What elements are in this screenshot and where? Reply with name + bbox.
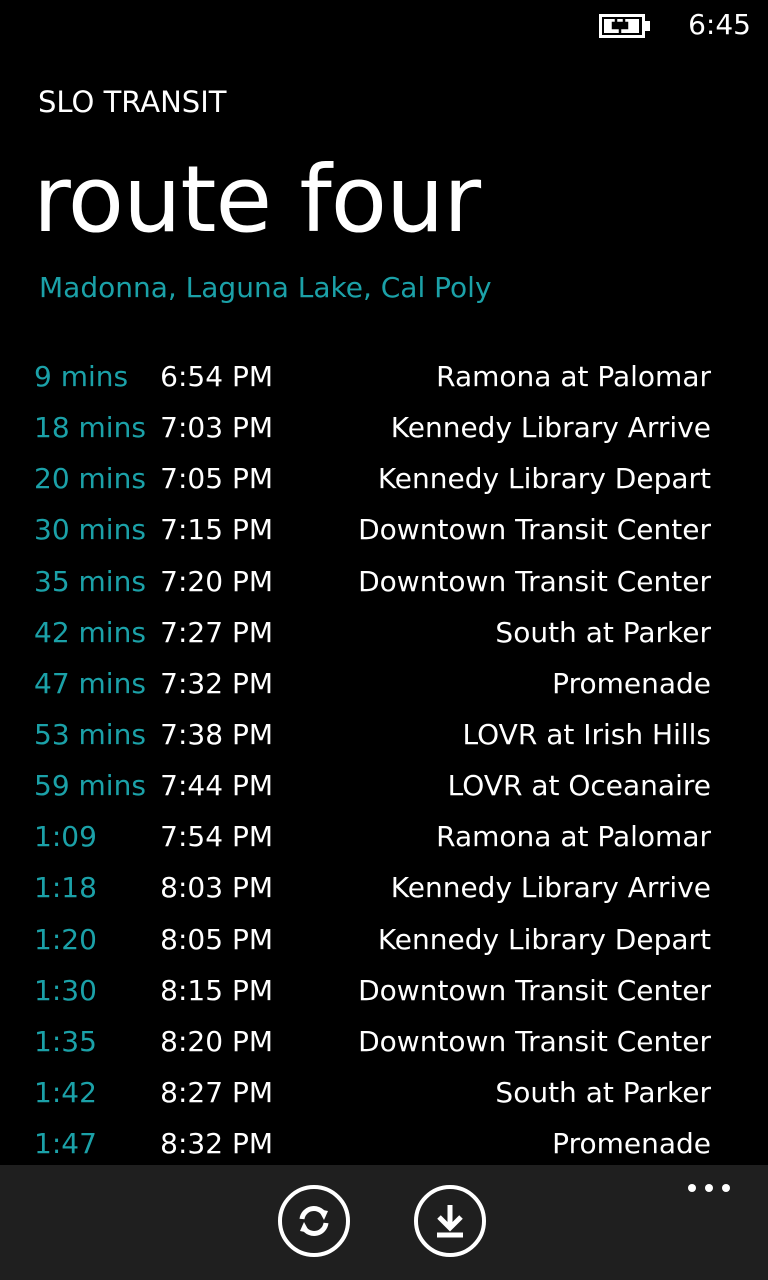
eta-label: 47 mins xyxy=(34,666,146,700)
schedule-row[interactable]: 30 mins 7:15 PM Downtown Transit Center xyxy=(0,504,768,555)
arrival-time: 8:32 PM xyxy=(160,1127,273,1161)
arrival-time: 7:32 PM xyxy=(160,666,273,700)
eta-label: 53 mins xyxy=(34,717,146,751)
eta-label: 59 mins xyxy=(34,769,146,803)
stop-name: Downtown Transit Center xyxy=(358,973,711,1007)
download-icon xyxy=(437,1205,463,1238)
arrival-time: 7:54 PM xyxy=(160,820,273,854)
arrival-time: 8:15 PM xyxy=(160,973,273,1007)
schedule-row[interactable]: 35 mins 7:20 PM Downtown Transit Center xyxy=(0,556,768,607)
eta-label: 1:18 xyxy=(34,871,97,905)
schedule-row[interactable]: 59 mins 7:44 PM LOVR at Oceanaire xyxy=(0,760,768,811)
arrival-time: 7:27 PM xyxy=(160,615,273,649)
app-title: SLO TRANSIT xyxy=(38,85,227,119)
schedule-list: 9 mins 6:54 PM Ramona at Palomar 18 mins… xyxy=(0,351,768,1169)
app-bar xyxy=(0,1165,768,1280)
schedule-row[interactable]: 1:09 7:54 PM Ramona at Palomar xyxy=(0,811,768,862)
arrival-time: 7:15 PM xyxy=(160,513,273,547)
stop-name: LOVR at Oceanaire xyxy=(447,769,711,803)
download-button[interactable] xyxy=(414,1185,486,1257)
stop-name: Promenade xyxy=(552,666,711,700)
refresh-icon xyxy=(299,1206,329,1236)
page-title: route four xyxy=(33,146,481,253)
refresh-button[interactable] xyxy=(278,1185,350,1257)
stop-name: South at Parker xyxy=(495,1075,711,1109)
more-options-icon[interactable] xyxy=(686,1175,732,1199)
stop-name: LOVR at Irish Hills xyxy=(462,717,711,751)
stop-name: Ramona at Palomar xyxy=(436,360,711,393)
schedule-row[interactable]: 42 mins 7:27 PM South at Parker xyxy=(0,607,768,658)
eta-label: 1:30 xyxy=(34,973,97,1007)
eta-label: 9 mins xyxy=(34,360,129,393)
schedule-row[interactable]: 47 mins 7:32 PM Promenade xyxy=(0,658,768,709)
route-subtitle: Madonna, Laguna Lake, Cal Poly xyxy=(39,271,492,304)
eta-label: 20 mins xyxy=(34,462,146,496)
stop-name: Ramona at Palomar xyxy=(436,820,711,854)
eta-label: 1:09 xyxy=(34,820,97,854)
stop-name: Downtown Transit Center xyxy=(358,513,711,547)
stop-name: Kennedy Library Depart xyxy=(377,462,711,496)
schedule-row[interactable]: 53 mins 7:38 PM LOVR at Irish Hills xyxy=(0,709,768,760)
arrival-time: 8:27 PM xyxy=(160,1075,273,1109)
schedule-row[interactable]: 20 mins 7:05 PM Kennedy Library Depart xyxy=(0,453,768,504)
eta-label: 30 mins xyxy=(34,513,146,547)
arrival-time: 7:20 PM xyxy=(160,564,273,598)
schedule-row[interactable]: 18 mins 7:03 PM Kennedy Library Arrive xyxy=(0,402,768,453)
arrival-time: 8:03 PM xyxy=(160,871,273,905)
eta-label: 1:20 xyxy=(34,922,97,956)
schedule-row[interactable]: 1:18 8:03 PM Kennedy Library Arrive xyxy=(0,862,768,913)
eta-label: 1:42 xyxy=(34,1075,97,1109)
schedule-row[interactable]: 1:35 8:20 PM Downtown Transit Center xyxy=(0,1016,768,1067)
battery-charging-icon xyxy=(599,14,650,38)
arrival-time: 7:05 PM xyxy=(160,462,273,496)
status-clock: 6:45 xyxy=(688,8,751,41)
stop-name: Kennedy Library Arrive xyxy=(390,871,711,905)
schedule-row[interactable]: 9 mins 6:54 PM Ramona at Palomar xyxy=(0,351,768,402)
schedule-row[interactable]: 1:30 8:15 PM Downtown Transit Center xyxy=(0,965,768,1016)
arrival-time: 8:05 PM xyxy=(160,922,273,956)
schedule-row[interactable]: 1:42 8:27 PM South at Parker xyxy=(0,1067,768,1118)
eta-label: 18 mins xyxy=(34,411,146,445)
schedule-row[interactable]: 1:47 8:32 PM Promenade xyxy=(0,1118,768,1169)
stop-name: Downtown Transit Center xyxy=(358,1024,711,1058)
stop-name: Promenade xyxy=(552,1127,711,1161)
eta-label: 42 mins xyxy=(34,615,146,649)
arrival-time: 6:54 PM xyxy=(160,360,273,393)
stop-name: South at Parker xyxy=(495,615,711,649)
status-bar: 6:45 xyxy=(0,0,768,50)
schedule-row[interactable]: 1:20 8:05 PM Kennedy Library Depart xyxy=(0,914,768,965)
stop-name: Kennedy Library Arrive xyxy=(390,411,711,445)
arrival-time: 7:03 PM xyxy=(160,411,273,445)
eta-label: 1:47 xyxy=(34,1127,97,1161)
stop-name: Downtown Transit Center xyxy=(358,564,711,598)
eta-label: 35 mins xyxy=(34,564,146,598)
stop-name: Kennedy Library Depart xyxy=(377,922,711,956)
arrival-time: 8:20 PM xyxy=(160,1024,273,1058)
eta-label: 1:35 xyxy=(34,1024,97,1058)
arrival-time: 7:44 PM xyxy=(160,769,273,803)
arrival-time: 7:38 PM xyxy=(160,717,273,751)
